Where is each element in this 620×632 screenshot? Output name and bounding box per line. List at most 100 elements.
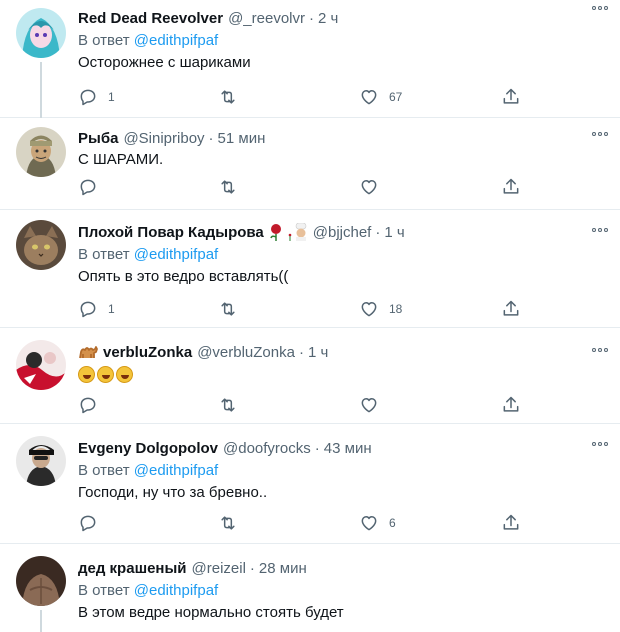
name-emojis [269, 223, 308, 241]
more-icon[interactable] [592, 6, 608, 10]
retweet-button[interactable] [218, 394, 238, 416]
rose-icon [270, 224, 281, 241]
retweet-button[interactable] [218, 86, 238, 108]
avatar[interactable] [16, 340, 66, 390]
retweet-button[interactable] [218, 298, 238, 320]
like-button[interactable]: 6 [359, 512, 396, 534]
avatar[interactable] [16, 8, 66, 58]
avatar[interactable] [16, 556, 66, 606]
more-icon[interactable] [592, 228, 608, 232]
heart-icon [361, 398, 377, 413]
avatar[interactable] [16, 436, 66, 486]
like-button[interactable]: 18 [359, 298, 402, 320]
separator-dot: · [298, 343, 304, 361]
tweet[interactable]: Плохой Повар Кадырова @bjjchef · 1 ч В о… [0, 210, 620, 328]
reply-to-label: В ответ [78, 246, 130, 263]
reply-icon [80, 301, 96, 318]
reply-mention-link[interactable]: @edithpifpaf [134, 246, 218, 263]
author-name[interactable]: Рыба [78, 130, 118, 147]
separator-dot: · [375, 223, 381, 241]
separator-dot: · [314, 439, 320, 457]
tweet-text: Осторожнее с шариками [78, 54, 251, 71]
retweet-icon [221, 180, 235, 194]
reply-mention-link[interactable]: @edithpifpaf [134, 582, 218, 599]
tweet-actions [78, 394, 528, 416]
author-name[interactable]: verbluZonka [103, 344, 192, 361]
timestamp[interactable]: 2 ч [318, 10, 338, 27]
author-handle[interactable]: @Sinipriboy [123, 130, 204, 147]
tweet[interactable]: дед крашеный @reizeil · 28 мин В ответ @… [0, 544, 620, 632]
separator-dot: · [249, 559, 255, 577]
share-icon [503, 514, 519, 530]
like-button[interactable] [359, 394, 379, 416]
reply-mention-link[interactable]: @edithpifpaf [134, 462, 218, 479]
reply-mention-link[interactable]: @edithpifpaf [134, 32, 218, 49]
author-handle[interactable]: @bjjchef [313, 224, 372, 241]
separator-dot: · [208, 129, 214, 147]
author-name[interactable]: дед крашеный [78, 560, 187, 577]
tweet[interactable]: Рыба @Sinipriboy · 51 мин С ШАРАМИ. [0, 118, 620, 210]
tweet-text: В этом ведре нормально стоять будет [78, 604, 344, 621]
author-handle[interactable]: @reizeil [192, 560, 246, 577]
author-name[interactable]: Red Dead Reevolver [78, 10, 223, 27]
like-button[interactable]: 67 [359, 86, 402, 108]
reply-icon [80, 397, 96, 414]
timestamp[interactable]: 1 ч [384, 224, 404, 241]
author-name[interactable]: Evgeny Dolgopolov [78, 440, 218, 457]
share-button[interactable] [501, 176, 521, 198]
rofl-emoji-icon [116, 366, 133, 383]
camel-icon [79, 346, 98, 359]
share-button[interactable] [501, 512, 521, 534]
like-count: 18 [389, 302, 403, 316]
reply-count: 1 [108, 90, 115, 104]
timestamp[interactable]: 1 ч [308, 344, 328, 361]
author-handle[interactable]: @verbluZonka [197, 344, 295, 361]
thread-line [40, 610, 42, 632]
tweet[interactable]: Red Dead Reevolver @_reevolvr · 2 ч В от… [0, 0, 620, 118]
tweet[interactable]: Evgeny Dolgopolov @doofyrocks · 43 мин В… [0, 424, 620, 544]
reply-count: 1 [108, 302, 115, 316]
share-icon [503, 88, 519, 104]
reply-icon [80, 179, 96, 196]
author-handle[interactable]: @_reevolvr [228, 10, 305, 27]
heart-icon [361, 516, 377, 531]
share-button[interactable] [501, 298, 521, 320]
tweet-actions [78, 176, 528, 198]
tweet-actions: 1 67 [78, 86, 528, 108]
like-count: 67 [389, 90, 403, 104]
avatar[interactable] [16, 127, 66, 177]
more-icon[interactable] [592, 348, 608, 352]
reply-to-label: В ответ [78, 462, 130, 479]
thread-line [40, 62, 42, 118]
share-button[interactable] [501, 394, 521, 416]
reply-context: В ответ @edithpifpaf [78, 246, 608, 265]
heart-icon [361, 180, 377, 195]
heart-icon [361, 302, 377, 317]
timestamp[interactable]: 51 мин [218, 130, 266, 147]
like-button[interactable] [359, 176, 379, 198]
share-icon [503, 178, 519, 194]
avatar[interactable] [16, 220, 66, 270]
more-icon[interactable] [592, 442, 608, 446]
tweet[interactable]: verbluZonka @verbluZonka · 1 ч [0, 328, 620, 424]
more-icon[interactable] [592, 132, 608, 136]
timestamp[interactable]: 28 мин [259, 560, 307, 577]
timestamp[interactable]: 43 мин [324, 440, 372, 457]
author-handle[interactable]: @doofyrocks [223, 440, 311, 457]
reply-button[interactable]: 1 [78, 86, 115, 108]
chef-icon [288, 223, 307, 241]
retweet-icon [221, 516, 235, 530]
separator-dot: · [309, 9, 314, 27]
reply-button[interactable] [78, 176, 98, 198]
reply-icon [80, 515, 96, 532]
share-button[interactable] [501, 86, 521, 108]
reply-button[interactable] [78, 394, 98, 416]
reply-context: В ответ @edithpifpaf [78, 462, 608, 481]
reply-button[interactable]: 1 [78, 298, 115, 320]
author-name[interactable]: Плохой Повар Кадырова [78, 224, 264, 241]
reply-context: В ответ @edithpifpaf [78, 582, 608, 601]
reply-to-label: В ответ [78, 32, 130, 49]
retweet-button[interactable] [218, 512, 238, 534]
retweet-button[interactable] [218, 176, 238, 198]
reply-button[interactable] [78, 512, 98, 534]
